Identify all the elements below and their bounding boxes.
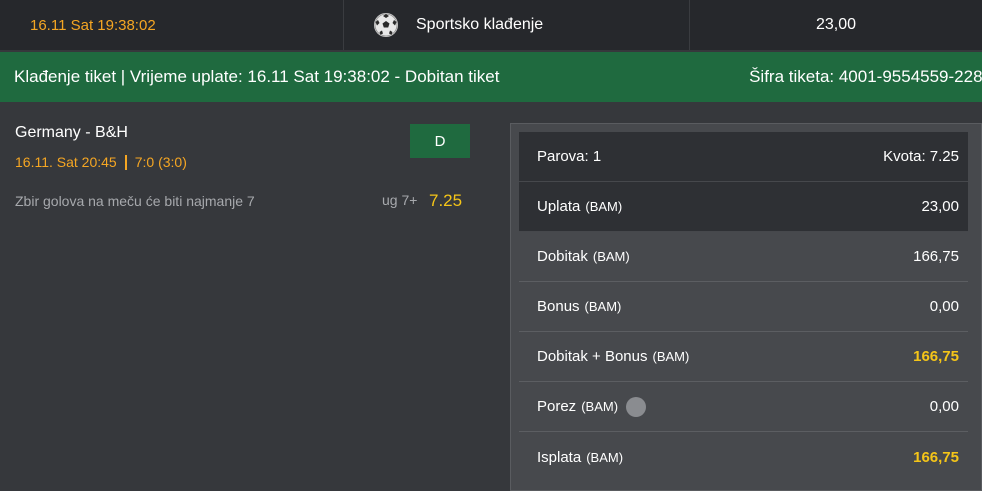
bet-odd: 7.25 [429, 191, 463, 210]
ticket-datetime: 16.11 Sat 19:38:02 [0, 0, 344, 50]
summary-value: 166,75 [913, 248, 959, 265]
summary-value: 0,00 [929, 398, 959, 415]
ticket-amount: 23,00 [815, 16, 857, 33]
info-icon[interactable] [626, 396, 647, 417]
summary-label: Uplata [537, 198, 581, 215]
match-meta: 16.11. Sat 20:45 7:0 (3:0) [15, 154, 187, 170]
summary-value: 23,00 [921, 198, 959, 215]
top-bar: 16.11 Sat 19:38:02 Sportsko klađenje 23,… [0, 0, 982, 50]
summary-row-tax: Porez (BAM) 0,00 [519, 382, 968, 432]
ticket-status-title: Klađenje tiket | Vrijeme uplate: 16.11 S… [14, 67, 500, 86]
pairs-count: Parova: 1 [537, 148, 602, 165]
ticket-header: Klađenje tiket | Vrijeme uplate: 16.11 S… [0, 52, 982, 102]
summary-pairs-row: Parova: 1 Kvota: 7.25 [519, 132, 968, 182]
match-result: 7:0 (3:0) [134, 154, 187, 170]
currency-label: (BAM) [581, 399, 619, 414]
summary-row-winnings: Dobitak (BAM) 166,75 [519, 232, 968, 282]
currency-label: (BAM) [652, 349, 690, 364]
summary-row-bonus: Bonus (BAM) 0,00 [519, 282, 968, 332]
currency-label: (BAM) [585, 199, 623, 214]
currency-label: (BAM) [586, 449, 624, 465]
total-odds: Kvota: 7.25 [883, 148, 959, 165]
summary-label: Bonus [537, 298, 580, 315]
match-name: Germany - B&H [15, 124, 128, 141]
bet-code: ug 7+ [382, 192, 418, 208]
summary-label: Dobitak [537, 248, 588, 265]
summary-value: 166,75 [913, 348, 959, 365]
summary-row-payout: Isplata (BAM) 166,75 [519, 432, 968, 482]
currency-label: (BAM) [584, 299, 622, 314]
summary-value: 0,00 [929, 298, 959, 315]
bet-description: Zbir golova na meču će biti najmanje 7 [15, 193, 255, 209]
summary-label: Porez [537, 398, 577, 415]
currency-label: (BAM) [592, 249, 630, 264]
soccer-ball-icon [374, 13, 398, 37]
summary-label: Isplata [537, 448, 582, 466]
summary-row-winnings-bonus: Dobitak + Bonus (BAM) 166,75 [519, 332, 968, 382]
category-label: Sportsko klađenje [416, 16, 544, 33]
match-date: 16.11. Sat 20:45 [15, 154, 117, 170]
summary-value: 166,75 [913, 448, 959, 466]
ticket-category: Sportsko klađenje [344, 0, 690, 50]
bet-status-badge: D [410, 124, 470, 158]
ticket-summary-panel: Parova: 1 Kvota: 7.25 Uplata (BAM) 23,00 … [510, 123, 982, 491]
summary-label: Dobitak + Bonus [537, 348, 648, 365]
ticket-code: Šifra tiketa: 4001-9554559-2285 [749, 67, 982, 86]
separator [124, 154, 127, 170]
summary-row-payment: Uplata (BAM) 23,00 [519, 182, 968, 232]
